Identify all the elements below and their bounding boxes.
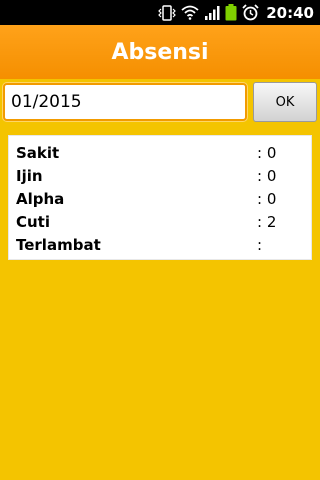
summary-row-ijin: Ijin : 0: [16, 165, 305, 188]
summary-row-alpha: Alpha : 0: [16, 188, 305, 211]
status-bar: 20:40: [0, 0, 320, 25]
signal-icon: [204, 5, 220, 20]
summary-value: : 2: [257, 213, 277, 231]
status-icons: 20:40: [158, 2, 314, 23]
battery-icon: [225, 4, 237, 21]
summary-row-sakit: Sakit : 0: [16, 142, 305, 165]
summary-label: Terlambat: [16, 236, 101, 254]
title-bar: Absensi: [0, 25, 320, 79]
summary-label: Alpha: [16, 190, 65, 208]
summary-row-cuti: Cuti : 2: [16, 211, 305, 234]
summary-value: : 0: [257, 167, 277, 185]
summary-value: : 0: [257, 144, 277, 162]
vibrate-icon: [158, 4, 177, 21]
summary-label: Sakit: [16, 144, 60, 162]
attendance-summary: Sakit : 0 Ijin : 0 Alpha : 0 Cuti : 2 Te…: [8, 135, 312, 260]
ok-button[interactable]: OK: [253, 82, 317, 122]
wifi-icon: [181, 5, 199, 20]
date-input[interactable]: [3, 83, 247, 121]
summary-value: :: [257, 236, 263, 254]
summary-label: Ijin: [16, 167, 43, 185]
summary-label: Cuti: [16, 213, 50, 231]
status-time: 20:40: [266, 3, 314, 22]
summary-value: : 0: [257, 190, 277, 208]
page-title: Absensi: [111, 39, 209, 65]
alarm-icon: [242, 4, 259, 21]
summary-row-terlambat: Terlambat :: [16, 234, 305, 257]
